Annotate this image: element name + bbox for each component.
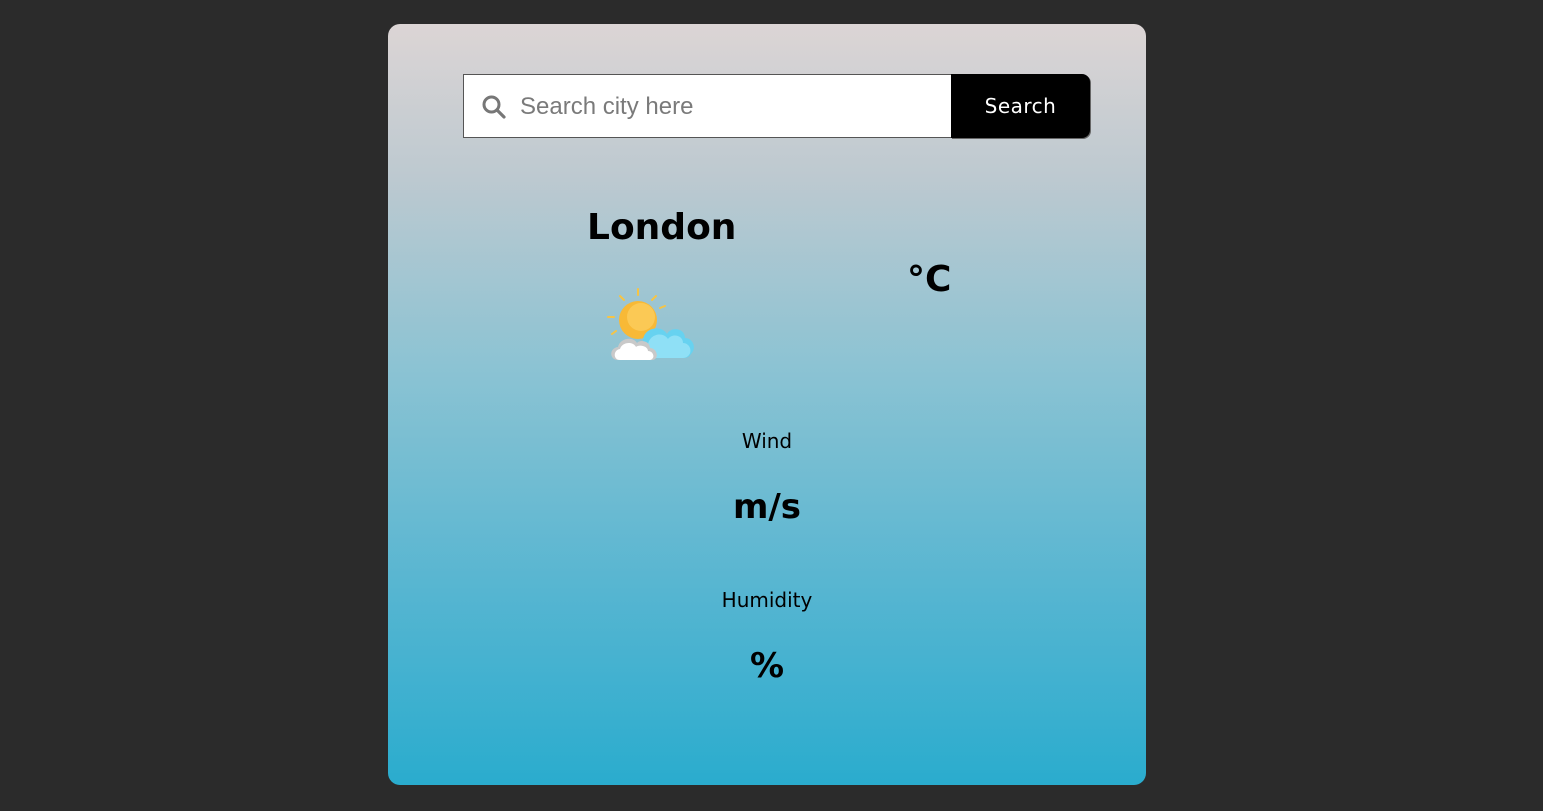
search-bar: Search bbox=[463, 74, 1090, 139]
humidity-value: % bbox=[749, 646, 785, 686]
wind-label: Wind bbox=[741, 429, 793, 453]
humidity-label: Humidity bbox=[721, 588, 813, 612]
city-name: London bbox=[587, 207, 737, 248]
temperature: °C bbox=[907, 259, 952, 300]
search-input[interactable] bbox=[518, 75, 942, 139]
search-field[interactable] bbox=[463, 74, 951, 139]
wind-value: m/s bbox=[732, 487, 802, 527]
weather-card: Search London °C Wind m/s Humidity % bbox=[388, 24, 1146, 785]
search-icon bbox=[481, 94, 507, 120]
partly-cloudy-icon bbox=[605, 286, 697, 366]
search-button[interactable]: Search bbox=[951, 74, 1090, 138]
